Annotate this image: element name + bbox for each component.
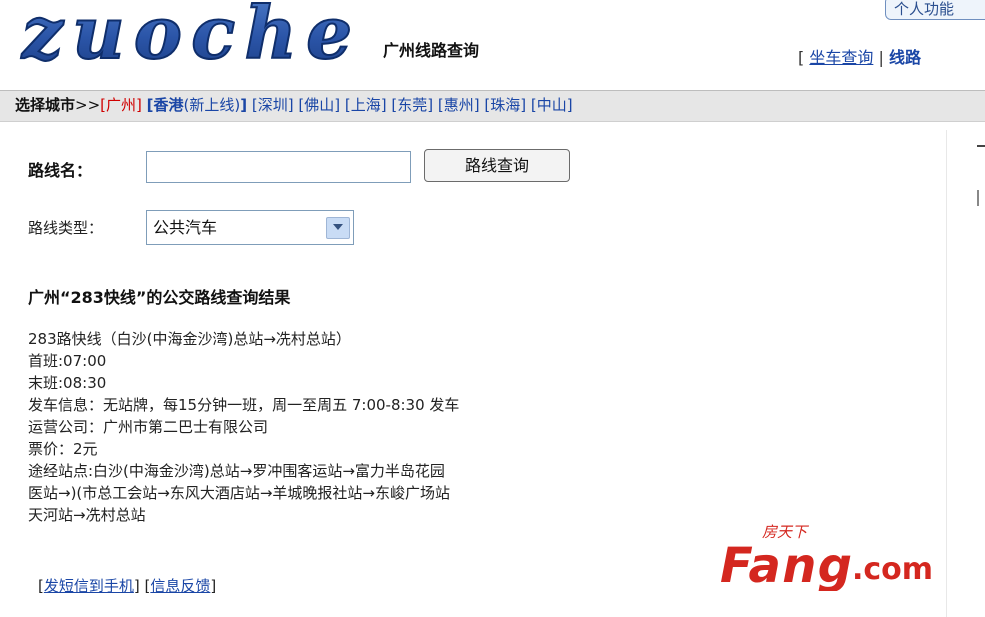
result-actions: [发短信到手机] [信息反馈] xyxy=(38,577,217,595)
first-bus-time: 首班:07:00 xyxy=(28,352,107,370)
city-bar-arrow: >> xyxy=(75,96,101,114)
city-hongkong-note[interactable]: (新上线) xyxy=(184,96,241,114)
feedback-link[interactable]: 信息反馈 xyxy=(150,577,210,595)
city-zhuhai[interactable]: [珠海] xyxy=(484,96,526,114)
city-shenzhen[interactable]: [深圳] xyxy=(252,96,294,114)
chevron-down-icon[interactable] xyxy=(326,217,350,239)
route-name-input[interactable] xyxy=(146,151,411,183)
last-bus-time: 末班:08:30 xyxy=(28,374,107,392)
city-selector-bar: 选择城市>>[广州] [香港(新上线)] [深圳] [佛山] [上海] [东莞]… xyxy=(0,90,985,122)
clipped-right-content xyxy=(977,145,985,163)
svg-text:zuoche: zuoche xyxy=(20,2,350,68)
route-line-name: 283路快线（白沙(中海金沙湾)总站→冼村总站） xyxy=(28,330,351,348)
route-details: 283路快线（白沙(中海金沙湾)总站→冼村总站） 首班:07:00 末班:08:… xyxy=(28,328,718,526)
fare: 票价：2元 xyxy=(28,440,98,458)
bracket-open: [ xyxy=(798,48,805,67)
city-guangzhou[interactable]: [广州] xyxy=(100,96,142,114)
stops-line-3: 天河站→冼村总站 xyxy=(28,506,146,524)
city-dongguan[interactable]: [东莞] xyxy=(391,96,433,114)
city-zhongshan[interactable]: [中山] xyxy=(531,96,573,114)
city-shanghai[interactable]: [上海] xyxy=(345,96,387,114)
route-type-select[interactable]: 公共汽车 xyxy=(146,210,354,245)
result-title: 广州“283快线”的公交路线查询结果 xyxy=(28,288,291,307)
svg-text:.com: .com xyxy=(852,552,933,587)
clipped-right-content xyxy=(977,190,985,206)
zuoche-logo[interactable]: zuoche xyxy=(18,2,358,68)
fang-watermark-logo: 房天下 Fang .com xyxy=(720,523,933,591)
city-huizhou[interactable]: [惠州] xyxy=(438,96,480,114)
route-type-value: 公共汽车 xyxy=(153,218,218,237)
top-nav-links: [ 坐车查询 | 线路 xyxy=(798,44,921,68)
car-query-link[interactable]: 坐车查询 xyxy=(809,48,873,67)
stops-line-2: 医站→)(市总工会站→东风大酒店站→羊城晚报社站→东峻广场站 xyxy=(28,484,450,502)
line-query-link[interactable]: 线路 xyxy=(889,48,921,67)
route-name-label: 路线名： xyxy=(28,161,93,180)
send-sms-link[interactable]: 发短信到手机 xyxy=(44,577,134,595)
right-column-divider xyxy=(946,130,947,617)
operator-company: 运营公司：广州市第二巴士有限公司 xyxy=(28,418,269,436)
route-query-button[interactable]: 路线查询 xyxy=(424,149,570,182)
stops-line-1: 途经站点:白沙(中海金沙湾)总站→罗冲围客运站→富力半岛花园 xyxy=(28,462,445,480)
personal-functions-tab[interactable]: 个人功能 xyxy=(885,0,985,20)
nav-separator: | xyxy=(878,48,884,67)
route-type-label: 路线类型： xyxy=(28,219,104,237)
city-bar-label: 选择城市 xyxy=(15,96,76,114)
page-title: 广州线路查询 xyxy=(383,41,480,60)
city-hongkong-close: ] xyxy=(240,96,248,114)
city-hongkong[interactable]: [香港 xyxy=(147,96,184,114)
city-foshan[interactable]: [佛山] xyxy=(298,96,340,114)
departure-info: 发车信息：无站牌，每15分钟一班，周一至周五 7:00-8:30 发车 xyxy=(28,396,460,414)
svg-text:Fang: Fang xyxy=(720,538,852,591)
